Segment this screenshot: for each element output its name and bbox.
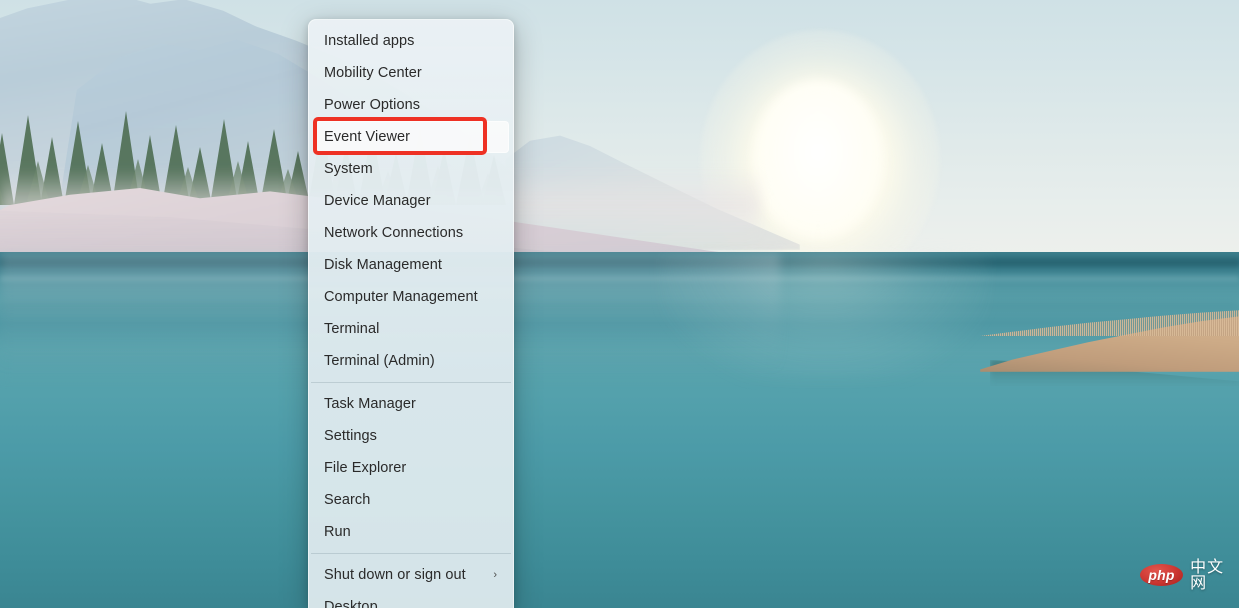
menu-item-event-viewer[interactable]: Event Viewer bbox=[313, 121, 509, 153]
sun bbox=[752, 80, 884, 240]
menu-item-run[interactable]: Run bbox=[313, 516, 509, 548]
menu-item-label: Settings bbox=[324, 429, 377, 444]
menu-item-label: Terminal (Admin) bbox=[324, 354, 435, 369]
menu-item-device-manager[interactable]: Device Manager bbox=[313, 185, 509, 217]
php-logo-badge: php bbox=[1140, 564, 1183, 586]
menu-item-label: Run bbox=[324, 525, 351, 540]
menu-item-disk-management[interactable]: Disk Management bbox=[313, 249, 509, 281]
menu-item-shut-down-or-sign-out[interactable]: Shut down or sign out › bbox=[313, 559, 509, 591]
menu-item-mobility-center[interactable]: Mobility Center bbox=[313, 57, 509, 89]
menu-item-settings[interactable]: Settings bbox=[313, 420, 509, 452]
menu-item-label: Device Manager bbox=[324, 194, 431, 209]
menu-item-label: Desktop bbox=[324, 600, 378, 608]
winx-context-menu[interactable]: Installed apps Mobility Center Power Opt… bbox=[308, 19, 514, 608]
watermark-site-name: 中文网 bbox=[1190, 559, 1239, 591]
menu-item-label: Terminal bbox=[324, 322, 379, 337]
menu-item-search[interactable]: Search bbox=[313, 484, 509, 516]
menu-item-label: Network Connections bbox=[324, 226, 463, 241]
menu-item-label: Shut down or sign out bbox=[324, 568, 466, 583]
menu-item-terminal[interactable]: Terminal bbox=[313, 313, 509, 345]
menu-item-label: File Explorer bbox=[324, 461, 406, 476]
menu-item-file-explorer[interactable]: File Explorer bbox=[313, 452, 509, 484]
php-logo-text: php bbox=[1148, 568, 1174, 582]
sun-reflection bbox=[660, 252, 990, 382]
menu-item-installed-apps[interactable]: Installed apps bbox=[313, 25, 509, 57]
menu-item-desktop[interactable]: Desktop bbox=[313, 591, 509, 608]
menu-item-label: Search bbox=[324, 493, 370, 508]
menu-item-label: Disk Management bbox=[324, 258, 442, 273]
menu-item-task-manager[interactable]: Task Manager bbox=[313, 388, 509, 420]
menu-item-label: Computer Management bbox=[324, 290, 478, 305]
menu-item-system[interactable]: System bbox=[313, 153, 509, 185]
menu-group-tools: Task Manager Settings File Explorer Sear… bbox=[309, 388, 513, 548]
menu-item-label: System bbox=[324, 162, 373, 177]
menu-item-label: Installed apps bbox=[324, 34, 415, 49]
menu-item-computer-management[interactable]: Computer Management bbox=[313, 281, 509, 313]
menu-item-label: Task Manager bbox=[324, 397, 416, 412]
menu-item-terminal-admin[interactable]: Terminal (Admin) bbox=[313, 345, 509, 377]
chevron-right-icon: › bbox=[493, 570, 497, 581]
menu-item-network-connections[interactable]: Network Connections bbox=[313, 217, 509, 249]
menu-separator bbox=[311, 553, 511, 554]
menu-separator bbox=[311, 382, 511, 383]
menu-group-session: Shut down or sign out › Desktop bbox=[309, 559, 513, 608]
menu-group-system: Installed apps Mobility Center Power Opt… bbox=[309, 25, 513, 377]
menu-item-power-options[interactable]: Power Options bbox=[313, 89, 509, 121]
menu-item-label: Event Viewer bbox=[324, 130, 410, 145]
desktop-wallpaper[interactable] bbox=[0, 0, 1239, 608]
menu-item-label: Power Options bbox=[324, 98, 420, 113]
menu-item-label: Mobility Center bbox=[324, 66, 422, 81]
site-watermark: php 中文网 bbox=[1140, 563, 1239, 587]
